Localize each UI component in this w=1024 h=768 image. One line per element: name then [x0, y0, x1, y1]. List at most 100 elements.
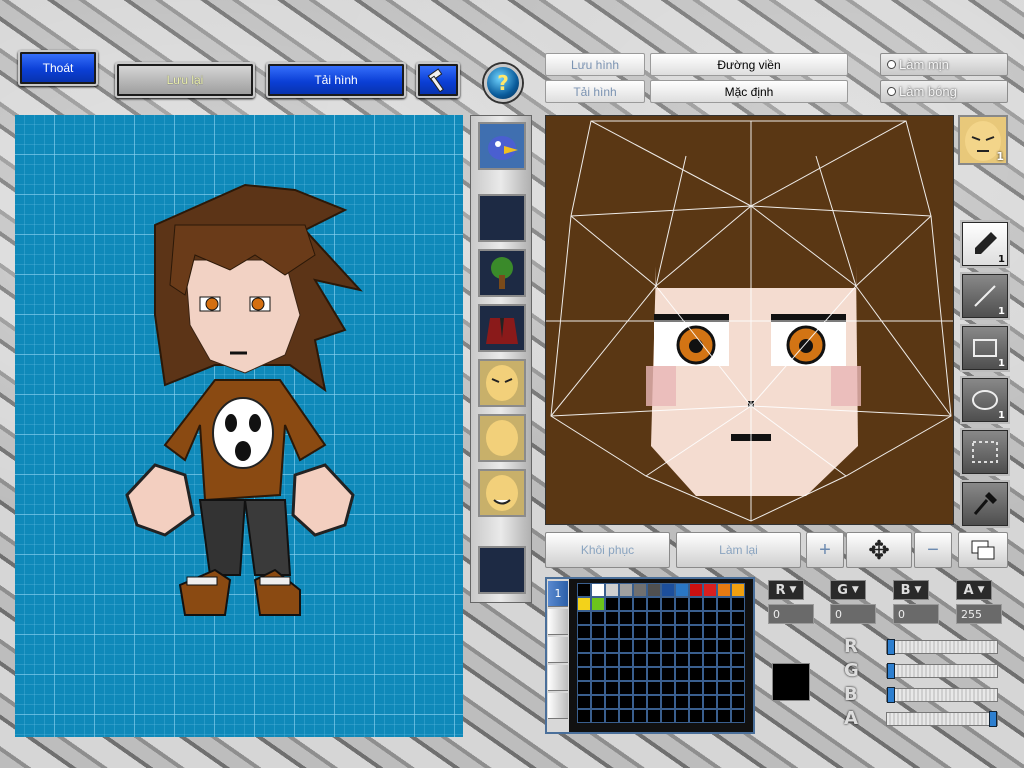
palette-tab-4[interactable] — [548, 665, 568, 691]
palette-swatch[interactable] — [675, 625, 689, 639]
thumb-face-angry[interactable] — [478, 359, 526, 407]
palette-swatch[interactable] — [661, 709, 675, 723]
palette-swatch[interactable] — [661, 639, 675, 653]
palette-swatch[interactable] — [633, 639, 647, 653]
palette-swatch[interactable] — [647, 597, 661, 611]
palette-swatch[interactable] — [675, 709, 689, 723]
thumb-empty-1[interactable] — [478, 194, 526, 242]
line-tool[interactable]: 1 — [960, 272, 1010, 320]
palette-swatch[interactable] — [647, 639, 661, 653]
palette-swatch[interactable] — [675, 681, 689, 695]
red-channel-label[interactable]: R ▼ — [768, 580, 804, 600]
palette-swatch[interactable] — [633, 681, 647, 695]
ellipse-tool[interactable]: 1 — [960, 376, 1010, 424]
palette-swatch[interactable] — [633, 709, 647, 723]
palette-swatch[interactable] — [633, 653, 647, 667]
palette-swatch[interactable] — [661, 667, 675, 681]
eyedropper-tool[interactable] — [960, 480, 1010, 528]
palette-swatch[interactable] — [619, 611, 633, 625]
palette-swatch[interactable] — [633, 611, 647, 625]
palette-swatch[interactable] — [731, 681, 745, 695]
palette-swatch[interactable] — [633, 625, 647, 639]
palette-swatch[interactable] — [675, 667, 689, 681]
palette-swatch[interactable] — [591, 653, 605, 667]
palette-swatch[interactable] — [731, 639, 745, 653]
palette-swatch[interactable] — [703, 597, 717, 611]
palette-swatch[interactable] — [577, 583, 591, 597]
palette-swatch[interactable] — [689, 639, 703, 653]
palette-swatch[interactable] — [577, 611, 591, 625]
palette-swatch[interactable] — [661, 681, 675, 695]
palette-swatch[interactable] — [605, 681, 619, 695]
palette-swatch[interactable] — [605, 709, 619, 723]
alpha-slider[interactable] — [886, 711, 998, 727]
palette-swatch[interactable] — [703, 709, 717, 723]
palette-swatch[interactable] — [661, 625, 675, 639]
green-slider[interactable] — [886, 663, 998, 679]
palette-swatch[interactable] — [591, 625, 605, 639]
palette-swatch[interactable] — [647, 611, 661, 625]
palette-tab-1[interactable]: 1 — [548, 581, 568, 607]
palette-swatch[interactable] — [717, 667, 731, 681]
palette-swatch[interactable] — [731, 695, 745, 709]
red-slider[interactable] — [886, 639, 998, 655]
palette-swatch[interactable] — [605, 667, 619, 681]
palette-swatch[interactable] — [717, 695, 731, 709]
palette-swatch[interactable] — [647, 709, 661, 723]
palette-swatch[interactable] — [605, 597, 619, 611]
palette-tab-5[interactable] — [548, 693, 568, 719]
palette-swatch[interactable] — [717, 611, 731, 625]
palette-swatch[interactable] — [605, 639, 619, 653]
palette-swatch[interactable] — [591, 709, 605, 723]
palette-swatch[interactable] — [647, 695, 661, 709]
rectangle-tool[interactable]: 1 — [960, 324, 1010, 372]
palette-swatch[interactable] — [661, 583, 675, 597]
thumb-bird-character[interactable] — [478, 122, 526, 170]
palette-swatch[interactable] — [591, 639, 605, 653]
palette-swatch[interactable] — [619, 667, 633, 681]
palette-swatch[interactable] — [591, 583, 605, 597]
smooth-option[interactable]: Làm mịn — [880, 53, 1008, 76]
palette-swatch[interactable] — [605, 625, 619, 639]
palette-swatch[interactable] — [577, 625, 591, 639]
hammer-button[interactable] — [416, 62, 460, 98]
zoom-in-button[interactable]: + — [806, 532, 844, 568]
palette-swatch[interactable] — [675, 653, 689, 667]
palette-swatch[interactable] — [591, 681, 605, 695]
green-slider-handle[interactable] — [887, 663, 895, 679]
palette-swatch[interactable] — [647, 625, 661, 639]
face-preview-badge[interactable]: 1 — [958, 115, 1008, 165]
palette-swatch[interactable] — [717, 583, 731, 597]
palette-tab-3[interactable] — [548, 637, 568, 663]
palette-swatch[interactable] — [689, 611, 703, 625]
palette-swatch[interactable] — [717, 625, 731, 639]
palette-swatch[interactable] — [605, 695, 619, 709]
load-image-button[interactable]: Tải hình — [545, 80, 645, 103]
palette-swatch[interactable] — [717, 597, 731, 611]
palette-swatch[interactable] — [703, 695, 717, 709]
thumb-tree[interactable] — [478, 249, 526, 297]
palette-swatch[interactable] — [731, 611, 745, 625]
palette-swatch[interactable] — [689, 583, 703, 597]
palette-swatch[interactable] — [619, 681, 633, 695]
palette-swatch[interactable] — [717, 639, 731, 653]
palette-swatch[interactable] — [619, 597, 633, 611]
red-slider-handle[interactable] — [887, 639, 895, 655]
palette-swatch[interactable] — [731, 653, 745, 667]
palette-swatch[interactable] — [619, 709, 633, 723]
palette-swatch[interactable] — [619, 583, 633, 597]
palette-swatch[interactable] — [577, 639, 591, 653]
help-button[interactable]: ? — [484, 64, 522, 102]
palette-swatch[interactable] — [647, 583, 661, 597]
palette-swatch[interactable] — [647, 653, 661, 667]
palette-swatch[interactable] — [619, 639, 633, 653]
green-channel-label[interactable]: G ▼ — [830, 580, 866, 600]
thumb-face-smile[interactable] — [478, 469, 526, 517]
layers-button[interactable] — [958, 532, 1008, 568]
palette-swatch[interactable] — [703, 667, 717, 681]
palette-swatch[interactable] — [675, 597, 689, 611]
blue-value-field[interactable]: 0 — [893, 604, 939, 624]
save-button[interactable]: Lưu lại — [115, 62, 255, 98]
pen-tool[interactable]: 1 — [960, 220, 1010, 268]
palette-swatch[interactable] — [703, 653, 717, 667]
